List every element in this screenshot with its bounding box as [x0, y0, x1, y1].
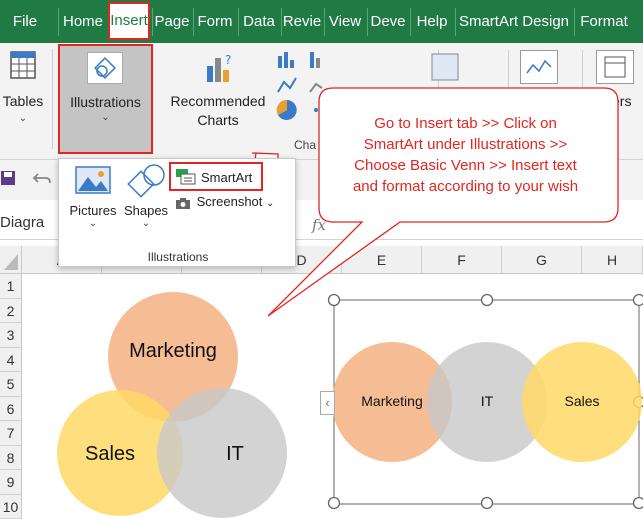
recommended-charts-button[interactable]: ? Recommended Charts [162, 52, 274, 130]
row-header[interactable]: 3 [0, 323, 22, 348]
svg-text:?: ? [225, 53, 231, 67]
tab-data[interactable]: Data [239, 0, 279, 43]
row-header[interactable]: 9 [0, 470, 22, 495]
sparklines-button[interactable] [520, 50, 558, 84]
row-header[interactable]: 6 [0, 396, 22, 421]
table-icon [10, 51, 36, 79]
row-header[interactable]: 5 [0, 372, 22, 397]
chevron-down-icon: ⌄ [88, 218, 98, 229]
smartart-label-sales[interactable]: Sales [540, 393, 624, 409]
filters-button[interactable] [596, 50, 634, 84]
screenshot-label: Screenshot [196, 194, 263, 209]
row-header[interactable]: 4 [0, 347, 22, 372]
filter-icon [604, 56, 626, 78]
smartart-label-it[interactable]: IT [447, 393, 527, 409]
chevron-down-icon: ⌄ [141, 218, 151, 229]
column-header[interactable]: E [342, 246, 422, 274]
column-header[interactable]: F [422, 246, 502, 274]
tab-format[interactable]: Format [575, 0, 633, 43]
camera-icon [176, 197, 190, 209]
row-header[interactable]: 7 [0, 421, 22, 446]
ribbon-tab-bar: File Home Insert Page Form Data Revie Vi… [0, 0, 643, 43]
save-icon[interactable] [0, 170, 16, 186]
row-header[interactable]: 8 [0, 445, 22, 470]
filters-label: ers [612, 93, 632, 109]
tab-developer[interactable]: Deve [368, 0, 408, 43]
illustrations-button[interactable]: Illustrations ⌄ [58, 44, 153, 154]
row-header[interactable]: 10 [0, 494, 22, 519]
column-header[interactable]: G [502, 246, 582, 274]
undo-icon[interactable] [32, 170, 52, 186]
tab-file[interactable]: File [0, 0, 50, 43]
recommended-charts-icon: ? [207, 53, 231, 82]
callout-line: and format according to your wish [352, 178, 579, 195]
illustrations-icon-frame [87, 52, 123, 84]
chevron-down-icon: ⌄ [101, 112, 110, 123]
picture-icon [75, 166, 111, 194]
venn-label-marketing[interactable]: Marketing [108, 340, 238, 363]
fx-label[interactable]: fx [312, 216, 326, 234]
shapes-icon [94, 57, 116, 79]
recommended-charts-label: Recommended Charts [170, 93, 266, 128]
row-header[interactable]: 1 [0, 274, 22, 299]
tab-page[interactable]: Page [152, 0, 192, 43]
pictures-button[interactable]: Pictures ⌄ [65, 163, 121, 229]
callout-line: Go to Insert tab >> Click on [374, 115, 557, 132]
shapes-label: Shapes [123, 203, 169, 218]
smartart-icon [176, 169, 196, 185]
tab-smartart-design[interactable]: SmartArt Design [456, 0, 572, 43]
group-separator [52, 49, 53, 149]
name-box[interactable]: Diagra [0, 214, 44, 231]
tab-help[interactable]: Help [411, 0, 453, 43]
text-pane-toggle[interactable]: ‹ [320, 391, 335, 415]
tab-insert[interactable]: Insert [108, 2, 150, 40]
tab-home[interactable]: Home [62, 0, 104, 43]
illustrations-dropdown: Pictures ⌄ Shapes ⌄ SmartArt Screenshot … [58, 158, 296, 267]
tab-review[interactable]: Revie [282, 0, 322, 43]
smartart-label-marketing[interactable]: Marketing [342, 393, 442, 409]
smartart-button[interactable]: SmartArt [169, 162, 263, 191]
chevron-down-icon: ⌄ [18, 113, 28, 124]
tab-separator [58, 8, 59, 36]
illustrations-group-label: Illustrations [147, 250, 209, 264]
tab-formulas[interactable]: Form [194, 0, 236, 43]
screenshot-button[interactable]: Screenshot ⌄ [175, 194, 274, 210]
tab-view[interactable]: View [325, 0, 365, 43]
callout-text: Go to Insert tab >> Click on SmartArt un… [318, 113, 613, 197]
callout-line: SmartArt under Illustrations >> [363, 136, 568, 153]
select-all-corner[interactable] [0, 246, 22, 274]
shapes-button[interactable]: Shapes ⌄ [121, 163, 171, 229]
tables-label: Tables [2, 93, 44, 109]
map-icon [431, 53, 459, 81]
pictures-label: Pictures [69, 203, 117, 218]
chevron-down-icon: ⌄ [266, 198, 275, 209]
row-header[interactable]: 2 [0, 298, 22, 323]
venn-label-sales[interactable]: Sales [60, 443, 160, 466]
venn-label-it[interactable]: IT [190, 443, 280, 466]
corner-triangle-icon [4, 254, 18, 270]
smartart-label: SmartArt [201, 170, 253, 185]
sparkline-icon [526, 59, 552, 74]
illustrations-label: Illustrations [70, 94, 141, 110]
column-header[interactable]: H [582, 246, 643, 274]
charts-group-label: Cha [294, 138, 317, 152]
formatted-venn-diagram [57, 292, 287, 518]
shapes-icon [127, 164, 165, 198]
tables-button[interactable]: Tables ⌄ [0, 49, 46, 124]
callout-line: Choose Basic Venn >> Insert text [354, 157, 577, 174]
